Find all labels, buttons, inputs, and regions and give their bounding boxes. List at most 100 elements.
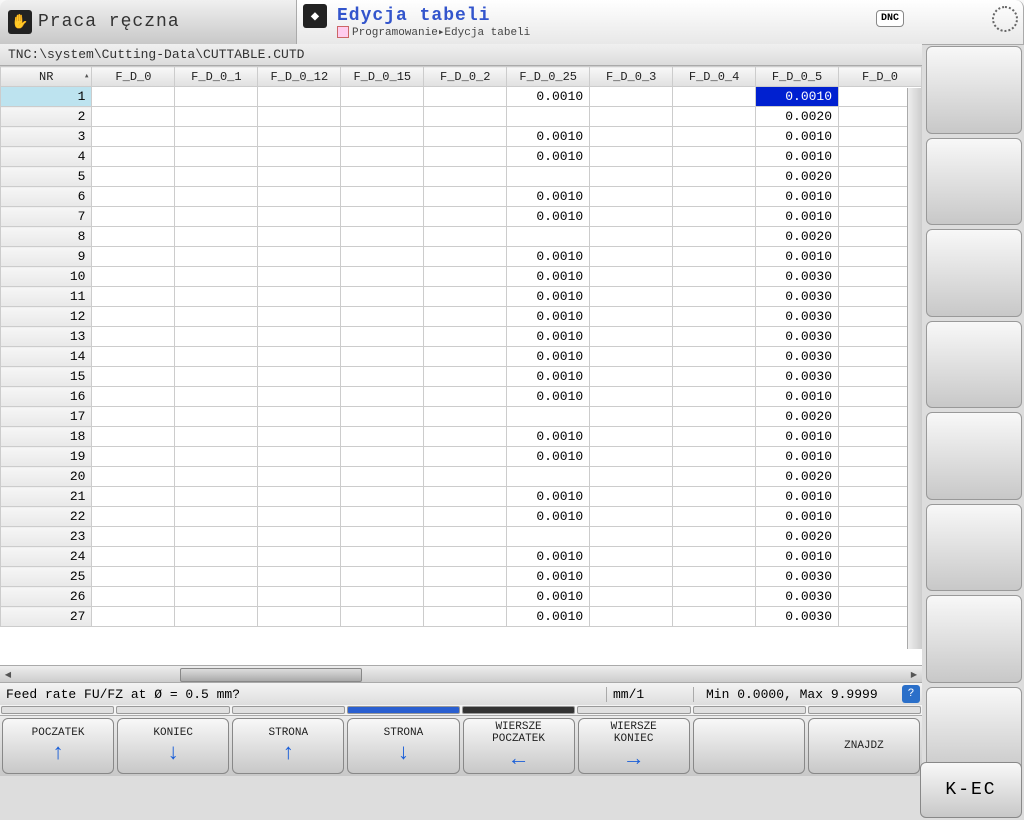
cell[interactable] <box>590 307 673 327</box>
cell[interactable] <box>341 387 424 407</box>
table-row[interactable]: 80.0020 <box>1 227 922 247</box>
cell[interactable] <box>175 227 258 247</box>
cell[interactable] <box>258 427 341 447</box>
cell[interactable] <box>341 587 424 607</box>
cell[interactable] <box>258 87 341 107</box>
cell[interactable]: 0.0010 <box>756 187 839 207</box>
cell[interactable] <box>507 167 590 187</box>
column-header[interactable]: F_D_0 <box>839 67 922 87</box>
cell[interactable] <box>673 487 756 507</box>
right-softkey[interactable] <box>926 595 1022 683</box>
cell[interactable] <box>175 147 258 167</box>
cell[interactable] <box>673 327 756 347</box>
softkey[interactable]: STRONA↓ <box>347 718 459 774</box>
column-header[interactable]: F_D_0_25 <box>507 67 590 87</box>
page-seg[interactable] <box>462 706 575 714</box>
cell[interactable]: 0.0010 <box>507 307 590 327</box>
cell[interactable] <box>590 267 673 287</box>
cell[interactable]: 0.0010 <box>507 447 590 467</box>
cell[interactable] <box>590 227 673 247</box>
cell[interactable] <box>341 407 424 427</box>
cell[interactable] <box>175 87 258 107</box>
cell[interactable] <box>92 407 175 427</box>
cell[interactable]: 0.0010 <box>507 207 590 227</box>
cell[interactable]: 0.0020 <box>756 407 839 427</box>
vertical-scrollbar[interactable] <box>907 88 922 649</box>
table-row[interactable]: 200.0020 <box>1 467 922 487</box>
cell[interactable] <box>590 607 673 627</box>
cell[interactable] <box>175 607 258 627</box>
cell[interactable] <box>258 547 341 567</box>
cell[interactable] <box>424 567 507 587</box>
cell[interactable] <box>341 207 424 227</box>
cell[interactable] <box>175 307 258 327</box>
cell[interactable] <box>590 547 673 567</box>
column-header[interactable]: F_D_0_2 <box>424 67 507 87</box>
cell[interactable] <box>424 187 507 207</box>
cell[interactable]: 0.0010 <box>507 367 590 387</box>
cell[interactable] <box>424 307 507 327</box>
cell[interactable] <box>175 467 258 487</box>
cell[interactable] <box>175 287 258 307</box>
cell[interactable] <box>258 587 341 607</box>
cell[interactable] <box>175 187 258 207</box>
page-seg[interactable] <box>1 706 114 714</box>
cell[interactable] <box>590 387 673 407</box>
cell[interactable] <box>92 307 175 327</box>
cell[interactable]: 0.0010 <box>507 347 590 367</box>
cell[interactable] <box>424 167 507 187</box>
cell[interactable] <box>424 107 507 127</box>
cell[interactable] <box>590 447 673 467</box>
table-row[interactable]: 260.00100.0030 <box>1 587 922 607</box>
cell[interactable] <box>590 327 673 347</box>
cell[interactable] <box>424 607 507 627</box>
cell[interactable] <box>590 247 673 267</box>
cell[interactable] <box>507 527 590 547</box>
cell[interactable] <box>590 287 673 307</box>
table-row[interactable]: 170.0020 <box>1 407 922 427</box>
cell[interactable]: 0.0010 <box>756 447 839 467</box>
cell[interactable] <box>507 407 590 427</box>
cell[interactable] <box>341 567 424 587</box>
column-header[interactable]: F_D_0_15 <box>341 67 424 87</box>
cell[interactable] <box>590 347 673 367</box>
cell[interactable] <box>424 447 507 467</box>
cell[interactable]: 0.0010 <box>756 547 839 567</box>
table-row[interactable]: 120.00100.0030 <box>1 307 922 327</box>
table-row[interactable]: 210.00100.0010 <box>1 487 922 507</box>
cell[interactable] <box>673 467 756 487</box>
cell[interactable] <box>92 287 175 307</box>
page-seg[interactable] <box>232 706 345 714</box>
cell[interactable] <box>341 487 424 507</box>
right-softkey[interactable] <box>926 46 1022 134</box>
cell[interactable] <box>341 87 424 107</box>
cell[interactable]: 0.0010 <box>507 547 590 567</box>
cell[interactable] <box>92 227 175 247</box>
softkey[interactable]: WIERSZE KONIEC→ <box>578 718 690 774</box>
cell[interactable] <box>175 527 258 547</box>
cell[interactable] <box>341 327 424 347</box>
cell[interactable] <box>258 127 341 147</box>
cell[interactable] <box>507 227 590 247</box>
table-row[interactable]: 160.00100.0010 <box>1 387 922 407</box>
page-seg[interactable] <box>577 706 690 714</box>
cell[interactable] <box>341 507 424 527</box>
cell[interactable] <box>258 507 341 527</box>
cell[interactable] <box>92 487 175 507</box>
cell[interactable] <box>92 127 175 147</box>
cell[interactable] <box>590 487 673 507</box>
cell[interactable] <box>590 107 673 127</box>
cell[interactable] <box>673 507 756 527</box>
cell[interactable] <box>590 427 673 447</box>
cell[interactable] <box>175 567 258 587</box>
column-header[interactable]: NR▴ <box>1 67 92 87</box>
cell[interactable] <box>673 367 756 387</box>
cell[interactable] <box>258 187 341 207</box>
cell[interactable] <box>424 267 507 287</box>
cell[interactable] <box>341 267 424 287</box>
right-softkey[interactable] <box>926 321 1022 409</box>
page-seg[interactable] <box>808 706 921 714</box>
cell[interactable] <box>92 547 175 567</box>
cell[interactable] <box>673 127 756 147</box>
cell[interactable] <box>590 207 673 227</box>
